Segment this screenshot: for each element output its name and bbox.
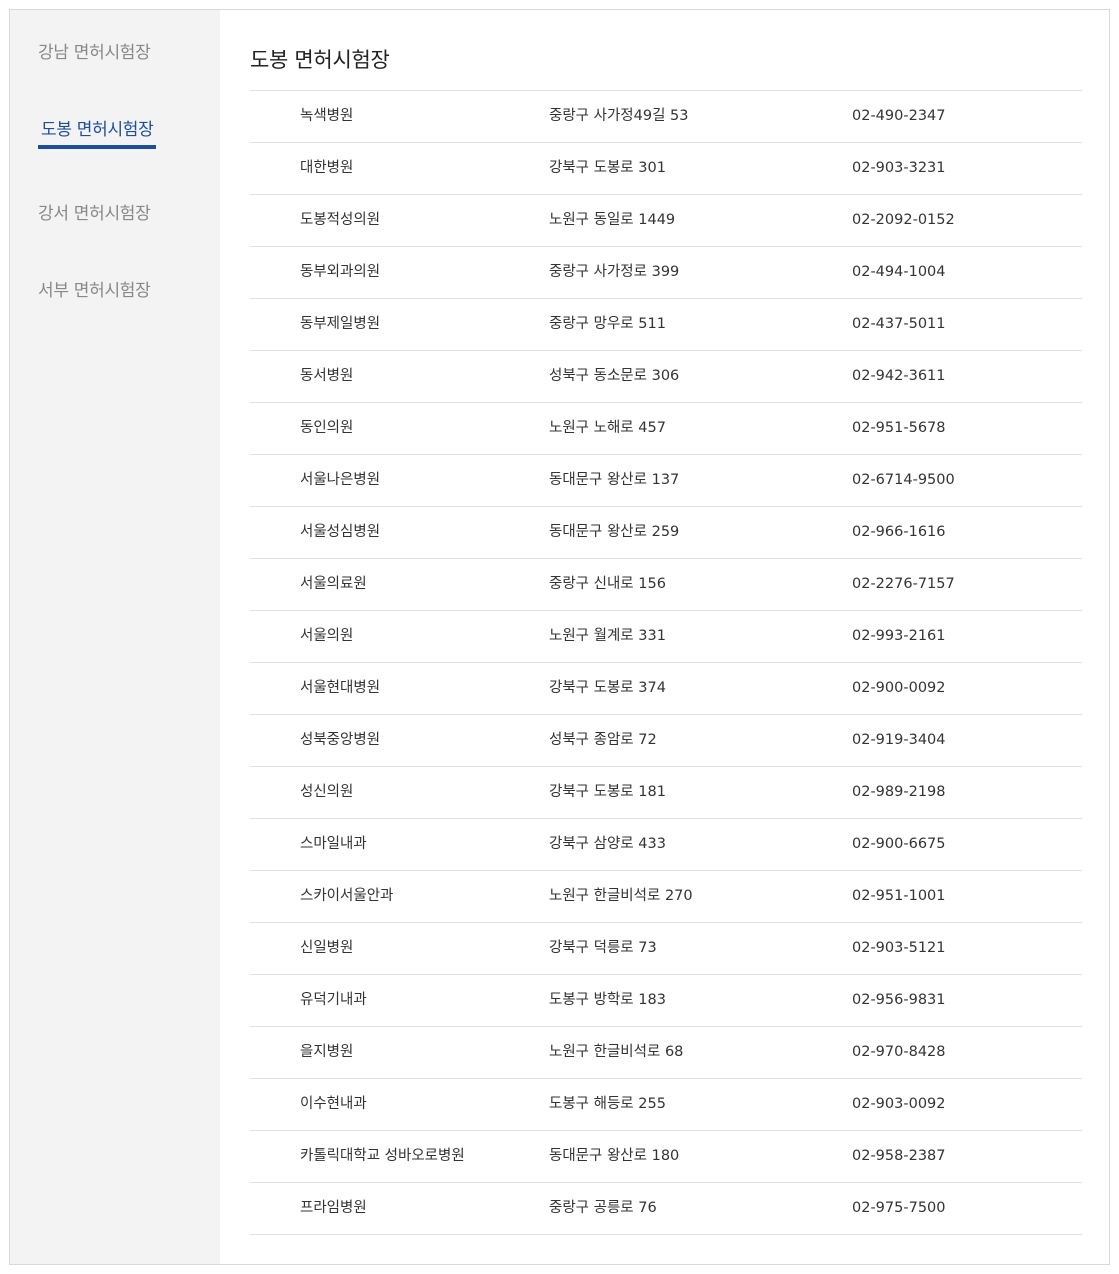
- hospital-phone: 02-490-2347: [852, 108, 946, 124]
- hospital-phone: 02-951-5678: [852, 420, 946, 436]
- hospital-name: 동인의원: [300, 420, 354, 436]
- hospital-name: 동서병원: [300, 368, 354, 384]
- sidebar-item-gangnam[interactable]: 강남 면허시험장: [38, 38, 151, 63]
- table-row: 서울현대병원 강북구 도봉로 374 02-900-0092: [250, 663, 1082, 715]
- hospital-phone: 02-900-6675: [852, 836, 946, 852]
- hospital-address: 성북구 종암로 72: [549, 732, 657, 748]
- table-row: 스카이서울안과 노원구 한글비석로 270 02-951-1001: [250, 871, 1082, 923]
- sidebar: 강남 면허시험장 도봉 면허시험장 강서 면허시험장 서부 면허시험장: [10, 10, 220, 1264]
- hospital-address: 중랑구 사가정로 399: [549, 264, 680, 280]
- table-row: 카톨릭대학교 성바오로병원 동대문구 왕산로 180 02-958-2387: [250, 1131, 1082, 1183]
- hospital-phone: 02-993-2161: [852, 628, 946, 644]
- hospital-phone: 02-903-5121: [852, 940, 946, 956]
- hospital-phone: 02-903-3231: [852, 160, 946, 176]
- hospital-address: 노원구 노해로 457: [549, 420, 666, 436]
- hospital-name: 동부외과의원: [300, 264, 381, 280]
- hospital-address: 노원구 한글비석로 270: [549, 888, 693, 904]
- page-frame: 강남 면허시험장 도봉 면허시험장 강서 면허시험장 서부 면허시험장 도봉 면…: [9, 9, 1110, 1265]
- table-row: 동부제일병원 중랑구 망우로 511 02-437-5011: [250, 299, 1082, 351]
- table-row: 신일병원 강북구 덕릉로 73 02-903-5121: [250, 923, 1082, 975]
- hospital-phone: 02-903-0092: [852, 1096, 946, 1112]
- table-row: 도봉적성의원 노원구 동일로 1449 02-2092-0152: [250, 195, 1082, 247]
- hospital-address: 동대문구 왕산로 180: [549, 1148, 680, 1164]
- hospital-phone: 02-919-3404: [852, 732, 946, 748]
- hospital-name: 을지병원: [300, 1044, 354, 1060]
- hospital-name: 녹색병원: [300, 108, 354, 124]
- table-row: 동인의원 노원구 노해로 457 02-951-5678: [250, 403, 1082, 455]
- hospital-name: 스마일내과: [300, 836, 367, 852]
- hospital-name: 동부제일병원: [300, 316, 381, 332]
- hospital-name: 도봉적성의원: [300, 212, 381, 228]
- hospital-address: 강북구 삼양로 433: [549, 836, 666, 852]
- hospital-address: 강북구 덕릉로 73: [549, 940, 657, 956]
- sidebar-item-seobu[interactable]: 서부 면허시험장: [38, 276, 151, 301]
- table-row: 스마일내과 강북구 삼양로 433 02-900-6675: [250, 819, 1082, 871]
- hospital-address: 도봉구 해등로 255: [549, 1096, 666, 1112]
- hospital-name: 성북중앙병원: [300, 732, 381, 748]
- hospital-phone: 02-6714-9500: [852, 472, 955, 488]
- hospital-phone: 02-494-1004: [852, 264, 946, 280]
- table-row: 서울성심병원 동대문구 왕산로 259 02-966-1616: [250, 507, 1082, 559]
- table-row: 서울의료원 중랑구 신내로 156 02-2276-7157: [250, 559, 1082, 611]
- hospital-address: 노원구 한글비석로 68: [549, 1044, 684, 1060]
- hospital-address: 노원구 월계로 331: [549, 628, 666, 644]
- table-row: 동서병원 성북구 동소문로 306 02-942-3611: [250, 351, 1082, 403]
- table-row: 유덕기내과 도봉구 방학로 183 02-956-9831: [250, 975, 1082, 1027]
- hospital-name: 서울현대병원: [300, 680, 381, 696]
- table-row: 프라임병원 중랑구 공릉로 76 02-975-7500: [250, 1183, 1082, 1235]
- hospital-name: 대한병원: [300, 160, 354, 176]
- hospital-address: 도봉구 방학로 183: [549, 992, 666, 1008]
- hospital-name: 서울의료원: [300, 576, 367, 592]
- hospital-address: 동대문구 왕산로 137: [549, 472, 680, 488]
- hospital-name: 성신의원: [300, 784, 354, 800]
- hospital-address: 강북구 도봉로 181: [549, 784, 666, 800]
- table-row: 동부외과의원 중랑구 사가정로 399 02-494-1004: [250, 247, 1082, 299]
- table-row: 대한병원 강북구 도봉로 301 02-903-3231: [250, 143, 1082, 195]
- hospital-address: 성북구 동소문로 306: [549, 368, 680, 384]
- sidebar-item-gangseo[interactable]: 강서 면허시험장: [38, 199, 151, 224]
- hospital-phone: 02-900-0092: [852, 680, 946, 696]
- table-row: 성신의원 강북구 도봉로 181 02-989-2198: [250, 767, 1082, 819]
- hospital-phone: 02-2276-7157: [852, 576, 955, 592]
- hospital-address: 강북구 도봉로 301: [549, 160, 666, 176]
- hospital-phone: 02-975-7500: [852, 1200, 946, 1216]
- hospital-phone: 02-956-9831: [852, 992, 946, 1008]
- hospital-address: 동대문구 왕산로 259: [549, 524, 680, 540]
- hospital-name: 이수현내과: [300, 1096, 367, 1112]
- hospital-phone: 02-958-2387: [852, 1148, 946, 1164]
- hospital-phone: 02-942-3611: [852, 368, 946, 384]
- hospital-name: 서울의원: [300, 628, 354, 644]
- hospital-address: 노원구 동일로 1449: [549, 212, 676, 228]
- hospital-address: 강북구 도봉로 374: [549, 680, 666, 696]
- hospital-phone: 02-970-8428: [852, 1044, 946, 1060]
- hospital-phone: 02-989-2198: [852, 784, 946, 800]
- hospital-table: 녹색병원 중랑구 사가정49길 53 02-490-2347 대한병원 강북구 도봉로 …: [250, 90, 1082, 1235]
- hospital-phone: 02-2092-0152: [852, 212, 955, 228]
- hospital-name: 스카이서울안과: [300, 888, 394, 904]
- table-row: 성북중앙병원 성북구 종암로 72 02-919-3404: [250, 715, 1082, 767]
- hospital-name: 서울성심병원: [300, 524, 381, 540]
- page-title: 도봉 면허시험장: [250, 48, 390, 72]
- table-row: 이수현내과 도봉구 해등로 255 02-903-0092: [250, 1079, 1082, 1131]
- hospital-address: 중랑구 망우로 511: [549, 316, 666, 332]
- hospital-name: 서울나은병원: [300, 472, 381, 488]
- table-row: 녹색병원 중랑구 사가정49길 53 02-490-2347: [250, 91, 1082, 143]
- hospital-phone: 02-951-1001: [852, 888, 946, 904]
- hospital-name: 프라임병원: [300, 1200, 367, 1216]
- hospital-phone: 02-437-5011: [852, 316, 946, 332]
- sidebar-item-dobong[interactable]: 도봉 면허시험장: [38, 115, 157, 149]
- table-row: 서울의원 노원구 월계로 331 02-993-2161: [250, 611, 1082, 663]
- table-row: 을지병원 노원구 한글비석로 68 02-970-8428: [250, 1027, 1082, 1079]
- hospital-address: 중랑구 사가정49길 53: [549, 108, 689, 124]
- hospital-address: 중랑구 신내로 156: [549, 576, 666, 592]
- hospital-name: 카톨릭대학교 성바오로병원: [300, 1148, 465, 1164]
- table-row: 서울나은병원 동대문구 왕산로 137 02-6714-9500: [250, 455, 1082, 507]
- hospital-phone: 02-966-1616: [852, 524, 946, 540]
- hospital-name: 유덕기내과: [300, 992, 367, 1008]
- hospital-name: 신일병원: [300, 940, 354, 956]
- hospital-address: 중랑구 공릉로 76: [549, 1200, 657, 1216]
